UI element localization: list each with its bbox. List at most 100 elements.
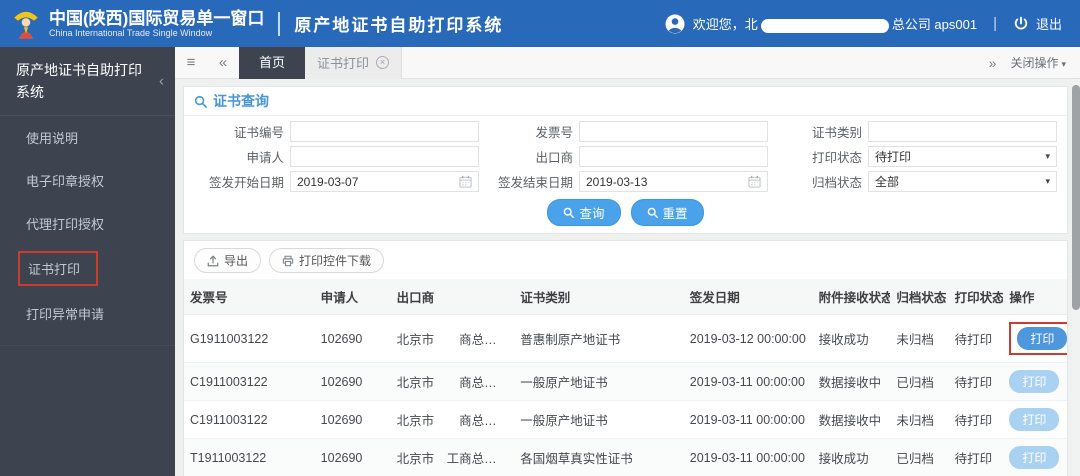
export-button-label: 导出 xyxy=(224,254,249,268)
cell-action: 打印 xyxy=(1003,438,1067,476)
tab-certificate-print[interactable]: 证书打印 × xyxy=(305,46,403,79)
field-archive-status: 归档状态 全部 ▾ xyxy=(772,170,1057,193)
sidebar-item-label: 证书打印 xyxy=(28,262,81,278)
highlight-box: 证书打印 xyxy=(18,251,99,287)
scroll-tabs-right-icon[interactable]: » xyxy=(989,55,997,71)
chevron-down-icon: ▾ xyxy=(1045,176,1050,186)
tab-label: 证书打印 xyxy=(317,56,370,71)
end-date-value: 2019-03-13 xyxy=(586,174,648,189)
sidebar-item-usage-instructions[interactable]: 使用说明 xyxy=(0,116,175,159)
field-exporter: 出口商 xyxy=(483,145,768,168)
print-status-select[interactable]: 待打印 ▾ xyxy=(868,146,1057,167)
cell-print-status: 待打印 xyxy=(948,400,1004,439)
cell-print-status: 待打印 xyxy=(948,362,1004,401)
applicant-input[interactable] xyxy=(290,146,479,167)
applicant-label: 申请人 xyxy=(246,151,284,165)
cell-archive-status: 未归档 xyxy=(890,400,949,439)
cert-type-input[interactable] xyxy=(868,121,1057,142)
header-invoice-no: 发票号 xyxy=(184,279,315,315)
exporter-input[interactable] xyxy=(579,146,768,167)
tab-home[interactable]: 首页 xyxy=(239,46,306,79)
invoice-no-label: 发票号 xyxy=(535,126,573,140)
table-row: T1911003122 102690 北京市 工商总公司 各国烟草真实性证书 2019-… xyxy=(184,438,1067,476)
cell-applicant: 102690 xyxy=(314,400,391,439)
close-operations-label: 关闭操作 xyxy=(1010,56,1059,70)
cell-receive-status: 数据接收中 xyxy=(812,362,891,401)
cell-invoice: G1911003122 xyxy=(184,314,315,363)
cert-no-input[interactable] xyxy=(290,121,479,142)
export-button[interactable]: 导出 xyxy=(194,248,262,273)
cell-print-status: 待打印 xyxy=(948,438,1004,476)
print-button[interactable]: 打印 xyxy=(1009,446,1060,469)
field-print-status: 打印状态 待打印 ▾ xyxy=(772,145,1057,168)
logout-button[interactable]: 退出 xyxy=(1013,14,1062,33)
redacted-company-name xyxy=(760,18,889,33)
calendar-icon xyxy=(459,175,472,188)
header-applicant: 申请人 xyxy=(314,279,391,315)
print-button[interactable]: 打印 xyxy=(1009,370,1060,393)
search-icon xyxy=(564,207,575,218)
table-header-row: 发票号 申请人 出口商 证书类别 签发日期 附件接收状态 归档状态 打印状态 操… xyxy=(184,279,1067,315)
table-row: C1911003122 102690 北京市 商总公司 一般原产地证书 2019-03-… xyxy=(184,362,1067,401)
header-divider xyxy=(278,11,281,36)
archive-status-select[interactable]: 全部 ▾ xyxy=(868,171,1057,192)
cell-invoice: T1911003122 xyxy=(184,438,315,476)
close-operations-dropdown[interactable]: 关闭操作 ▾ xyxy=(1010,54,1066,71)
cell-exporter: 北京市 商总公司 xyxy=(390,362,515,401)
cert-no-label: 证书编号 xyxy=(233,126,284,140)
printer-icon xyxy=(282,255,294,266)
brand-text: 中国(陕西)国际贸易单一窗口 China International Trade… xyxy=(49,9,264,39)
query-panel-title: 证书查询 xyxy=(184,87,1067,116)
sidebar-item-print-exception-request[interactable]: 打印异常申请 xyxy=(0,292,175,335)
header-issue-date: 签发日期 xyxy=(683,279,813,315)
cell-action: 打印 xyxy=(1003,314,1067,363)
cell-cert-type: 一般原产地证书 xyxy=(514,400,684,439)
print-button[interactable]: 打印 xyxy=(1009,408,1060,431)
cell-archive-status: 已归档 xyxy=(890,438,949,476)
sidebar-collapse-icon[interactable]: ‹ xyxy=(159,70,164,93)
cell-action: 打印 xyxy=(1003,362,1067,401)
welcome-text: 欢迎您，北 总公司 aps001 xyxy=(693,14,977,33)
cell-invoice: C1911003122 xyxy=(184,362,315,401)
sidebar-item-eseal-authorization[interactable]: 电子印章授权 xyxy=(0,159,175,202)
scrollbar-track[interactable] xyxy=(1072,79,1080,476)
field-end-date: 签发结束日期 2019-03-13 xyxy=(483,170,768,193)
sidebar-item-label: 使用说明 xyxy=(26,131,79,147)
sidebar-item-agent-print-authorization[interactable]: 代理打印授权 xyxy=(0,202,175,245)
start-date-value: 2019-03-07 xyxy=(297,174,359,189)
user-avatar-icon xyxy=(665,14,685,33)
print-status-label: 打印状态 xyxy=(811,151,862,165)
end-date-input[interactable]: 2019-03-13 xyxy=(579,171,768,192)
header-cert-type: 证书类别 xyxy=(514,279,684,315)
print-control-download-button[interactable]: 打印控件下载 xyxy=(269,248,385,273)
scrollbar-thumb[interactable] xyxy=(1072,85,1080,310)
cell-exporter: 北京市 商总公司 xyxy=(390,314,515,363)
cell-cert-type: 一般原产地证书 xyxy=(514,362,684,401)
print-status-value: 待打印 xyxy=(875,150,912,164)
menu-toggle-icon[interactable]: ≡ xyxy=(175,54,207,71)
chevron-down-icon: ▾ xyxy=(1061,59,1066,69)
table-row: C1911003122 102690 北京市 商总公司 一般原产地证书 2019-03-… xyxy=(184,400,1067,439)
export-icon xyxy=(207,254,219,266)
scroll-tabs-left-icon[interactable]: « xyxy=(207,54,239,71)
field-cert-type: 证书类别 xyxy=(772,120,1057,143)
start-date-input[interactable]: 2019-03-07 xyxy=(290,171,479,192)
reset-button[interactable]: 重置 xyxy=(630,199,704,226)
table-row: G1911003122 102690 北京市 商总公司 普惠制原产地证书 2019-03… xyxy=(184,314,1067,363)
tab-close-icon[interactable]: × xyxy=(376,56,390,69)
results-panel: 导出 打印控件下载 发票号 申请人 出口商 证书类别 签发日期 附件接收状态 归… xyxy=(183,240,1068,476)
search-button[interactable]: 查询 xyxy=(547,199,621,226)
cell-date: 2019-03-12 00:00:00 xyxy=(683,314,813,363)
print-button[interactable]: 打印 xyxy=(1017,327,1067,350)
sidebar-item-certificate-print[interactable]: 证书打印 xyxy=(0,245,175,292)
single-window-logo-icon xyxy=(14,11,38,39)
sidebar-item-label: 打印异常申请 xyxy=(26,307,105,323)
results-table: 发票号 申请人 出口商 证书类别 签发日期 附件接收状态 归档状态 打印状态 操… xyxy=(184,279,1067,476)
header-attachment-receive-status: 附件接收状态 xyxy=(812,279,891,315)
reset-button-label: 重置 xyxy=(662,207,688,221)
cell-archive-status: 已归档 xyxy=(890,362,949,401)
cell-cert-type: 普惠制原产地证书 xyxy=(514,314,684,363)
invoice-no-input[interactable] xyxy=(579,121,768,142)
search-icon xyxy=(647,207,658,218)
header-user-area: 欢迎您，北 总公司 aps001 | 退出 xyxy=(665,14,1080,34)
